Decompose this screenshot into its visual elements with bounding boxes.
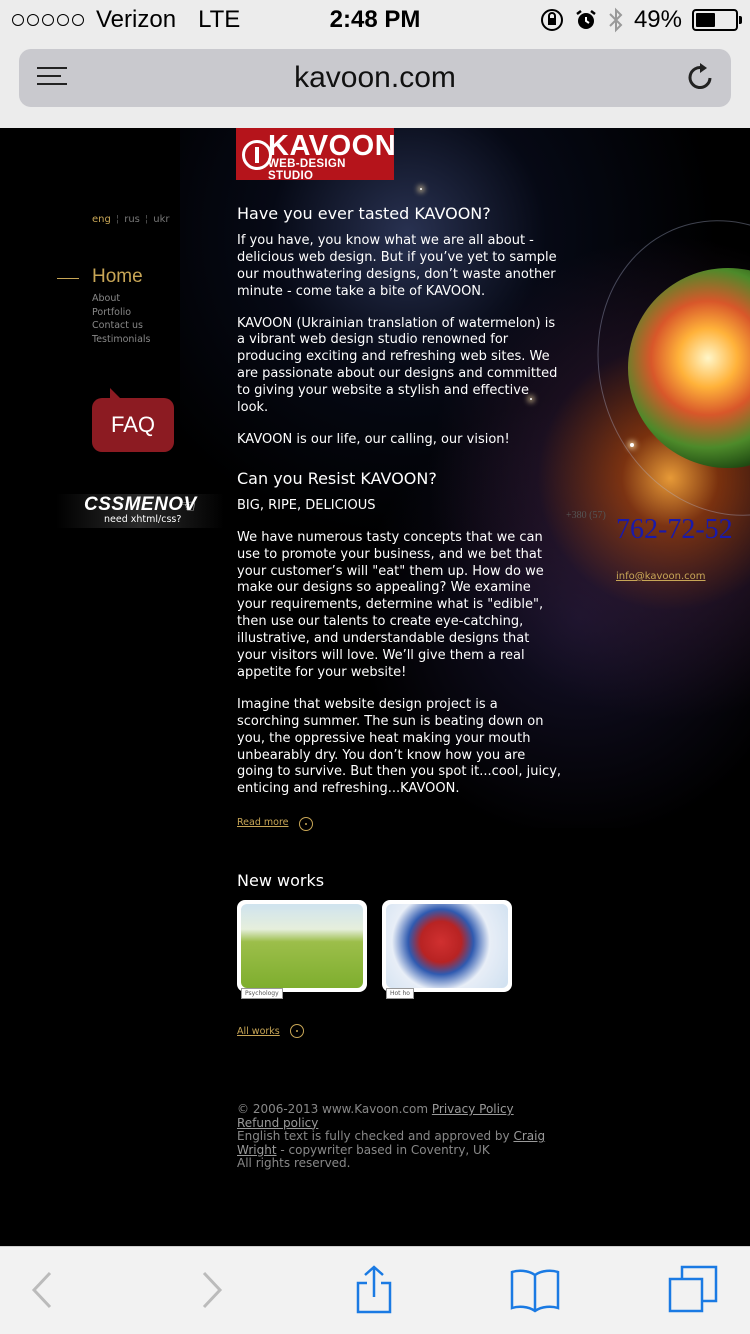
main-content: Have you ever tasted KAVOON? If you have… xyxy=(237,204,562,832)
share-icon[interactable] xyxy=(350,1265,400,1315)
nav-active-indicator xyxy=(57,278,79,279)
resist-paragraph: We have numerous tasty concepts that we … xyxy=(237,529,544,680)
orientation-lock-icon xyxy=(540,9,563,31)
refund-policy-link[interactable]: Refund policy xyxy=(237,1116,318,1130)
email-link[interactable]: info@kavoon.com xyxy=(616,571,706,582)
lang-eng[interactable]: eng xyxy=(92,214,111,225)
star-sparkle xyxy=(630,443,634,447)
resist-heading: Can you Resist KAVOON? xyxy=(237,468,437,488)
nav-home[interactable]: Home xyxy=(92,266,143,288)
tabs-icon[interactable] xyxy=(668,1265,718,1315)
back-icon[interactable] xyxy=(18,1265,68,1315)
bookmarks-icon[interactable] xyxy=(510,1265,560,1315)
forward-icon[interactable] xyxy=(186,1265,236,1315)
cssmenov-banner[interactable]: CSSMENOV need xhtml/css? ☜ xyxy=(56,494,224,528)
intro-paragraph: KAVOON is our life, our calling, our vis… xyxy=(237,431,510,447)
work-thumbnail[interactable]: Hot ho xyxy=(382,900,512,999)
star-sparkle xyxy=(420,188,422,190)
hockey-image xyxy=(386,904,508,988)
psychology-image xyxy=(241,904,363,988)
read-more-link[interactable]: Read more xyxy=(237,815,313,832)
battery-percent: 49% xyxy=(633,6,682,33)
privacy-policy-link[interactable]: Privacy Policy xyxy=(432,1102,514,1116)
site-footer: © 2006-2013 www.Kavoon.com Privacy Polic… xyxy=(237,1102,557,1171)
copyright-text: © 2006-2013 www.Kavoon.com xyxy=(237,1102,429,1116)
browser-chrome: kavoon.com xyxy=(0,40,750,128)
work-caption: Psychology xyxy=(241,988,283,999)
resist-tagline: BIG, RIPE, DELICIOUS xyxy=(237,497,376,513)
intro-paragraph: KAVOON (Ukrainian translation of waterme… xyxy=(237,315,558,416)
rights-text: All rights reserved. xyxy=(237,1156,351,1170)
reload-icon[interactable] xyxy=(685,61,715,93)
status-bar: Verizon LTE 2:48 PM 49% xyxy=(0,0,750,40)
new-works-title: New works xyxy=(237,871,325,890)
browser-toolbar xyxy=(0,1246,750,1334)
bluetooth-icon xyxy=(609,7,623,33)
site-logo[interactable]: KAVOON WEB-DESIGN STUDIO xyxy=(236,128,396,182)
lang-ukr[interactable]: ukr xyxy=(153,214,169,225)
address-bar[interactable]: kavoon.com xyxy=(19,49,731,107)
language-switcher: eng ¦ rus ¦ ukr xyxy=(92,214,170,225)
intro-paragraph: If you have, you know what we are all ab… xyxy=(237,232,557,299)
checked-by-text: English text is fully checked and approv… xyxy=(237,1129,510,1143)
nav-testimonials[interactable]: Testimonials xyxy=(92,333,150,347)
phone-prefix: +380 (57) xyxy=(566,510,606,521)
web-page: KAVOON WEB-DESIGN STUDIO eng ¦ rus ¦ ukr… xyxy=(0,128,750,1246)
phone-number[interactable]: 762-72-52 xyxy=(616,514,733,546)
intro-heading: Have you ever tasted KAVOON? xyxy=(237,204,491,223)
battery-icon xyxy=(692,9,742,31)
pointer-hand-icon: ☜ xyxy=(180,496,197,517)
circle-arrow-icon xyxy=(289,1024,304,1038)
nav-submenu: About Portfolio Contact us Testimonials xyxy=(92,292,150,346)
author-note: - copywriter based in Coventry, UK xyxy=(280,1142,490,1157)
lang-rus[interactable]: rus xyxy=(124,214,140,225)
circle-arrow-icon xyxy=(298,816,313,831)
alarm-icon xyxy=(576,10,596,29)
resist-paragraph: Imagine that website design project is a… xyxy=(237,696,562,797)
url-text[interactable]: kavoon.com xyxy=(19,61,731,95)
work-caption: Hot ho xyxy=(386,988,414,999)
nav-contact[interactable]: Contact us xyxy=(92,319,150,333)
all-works-link[interactable]: All works xyxy=(237,1024,304,1038)
work-thumbnail[interactable]: Psychology xyxy=(237,900,367,999)
nav-about[interactable]: About xyxy=(92,292,150,306)
nav-portfolio[interactable]: Portfolio xyxy=(92,306,150,320)
faq-button[interactable]: FAQ xyxy=(92,388,174,452)
